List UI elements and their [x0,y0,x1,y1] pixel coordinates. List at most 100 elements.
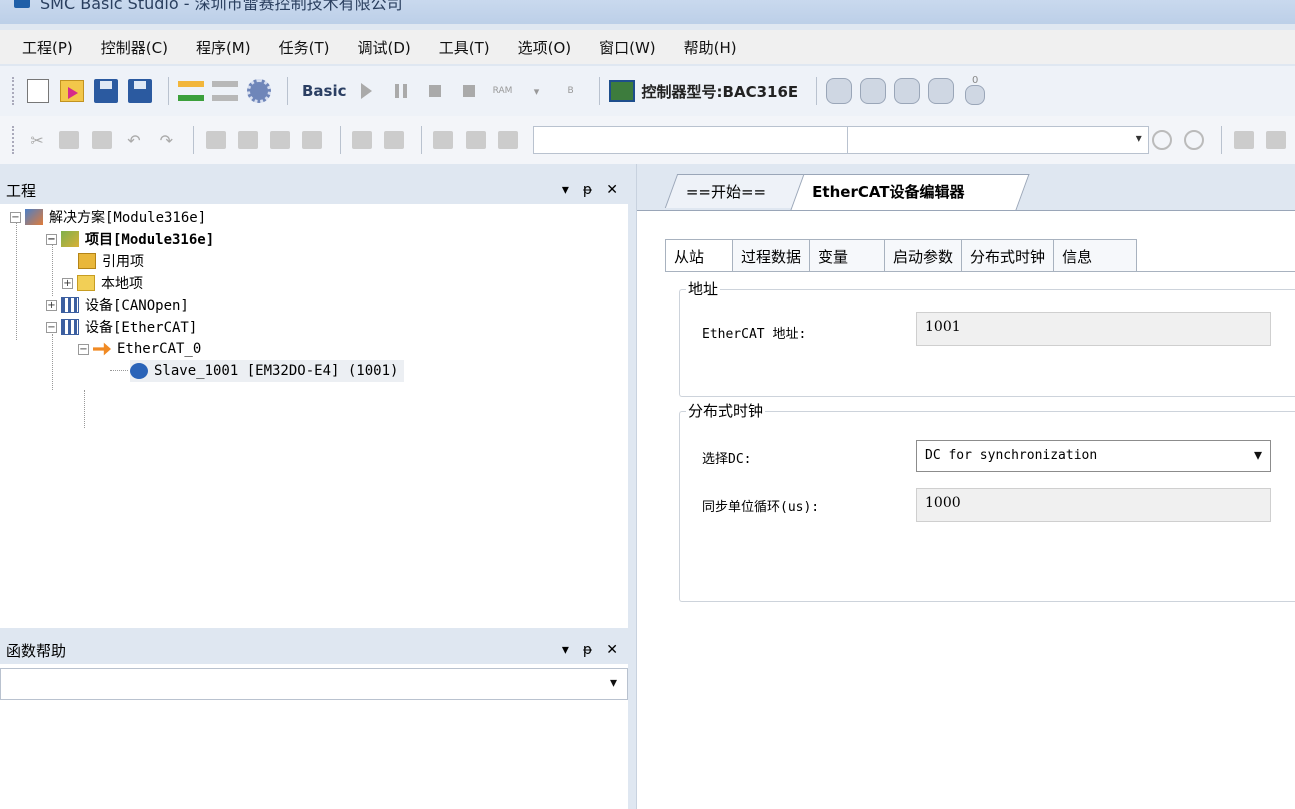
close-icon[interactable]: ✕ [606,642,618,658]
db-button-3[interactable] [893,77,921,105]
menu-tools[interactable]: 工具(T) [439,37,490,58]
expand-icon[interactable]: + [46,299,57,311]
run-button[interactable] [353,77,381,105]
open-button[interactable] [58,77,86,105]
tree-node-device-ethercat[interactable]: − 设备[EtherCAT] [46,316,197,338]
indent-button[interactable] [430,126,456,154]
select-dc-dropdown[interactable]: DC for synchronization [916,440,1271,472]
save-button[interactable] [92,77,120,105]
search-combo-dropdown[interactable] [848,126,1149,154]
chevron-down-icon[interactable]: ▾ [562,182,569,198]
tree-label: 引用项 [102,254,144,270]
tab-process-data[interactable]: 过程数据 [732,239,811,271]
menu-options[interactable]: 选项(O) [518,37,572,58]
nav-next-button[interactable] [1181,126,1207,154]
comment-icon [270,131,291,149]
nav-prev-button[interactable] [1149,126,1175,154]
disconnect-button[interactable] [211,77,239,105]
find-button[interactable] [462,126,488,154]
redo-button[interactable]: ↷ [153,126,179,154]
function-help-combo[interactable] [0,668,628,700]
collapse-icon[interactable]: − [46,233,57,245]
close-icon[interactable]: ✕ [606,182,618,198]
chevron-down-icon[interactable]: ▾ [562,642,569,658]
tab-distributed-clock[interactable]: 分布式时钟 [961,239,1055,271]
tree-node-ethercat-0[interactable]: − EtherCAT_0 [78,338,201,360]
collapse-icon[interactable]: − [10,211,21,223]
undo-button[interactable]: ↶ [121,126,147,154]
scissors-icon: ✂ [30,130,44,150]
comment-button-1[interactable] [202,126,228,154]
tree-node-solution[interactable]: − 解决方案[Module316e] [10,206,206,228]
disconnect-icon [212,81,238,101]
collapse-icon[interactable]: − [78,343,89,355]
download-dropdown[interactable]: ▾ [523,77,551,105]
tree-node-device-canopen[interactable]: + 设备[CANOpen] [46,294,189,316]
pause-button[interactable] [387,77,415,105]
tab-slave[interactable]: 从站 [665,239,734,272]
download-b-button[interactable]: B [557,77,585,105]
tree-node-slave[interactable]: Slave_1001 [EM32DO-E4] (1001) [130,360,405,382]
database-icon [894,78,921,104]
toolbar-grip[interactable] [12,77,16,105]
expand-icon[interactable]: + [62,277,73,289]
save-all-button[interactable] [126,77,154,105]
toolbar-grip[interactable] [12,126,16,154]
controller-board-icon [608,80,635,102]
menu-task[interactable]: 任务(T) [279,37,330,58]
menu-project[interactable]: 工程(P) [22,37,73,58]
comment-button-2[interactable] [235,126,261,154]
tree-label: EtherCAT_0 [117,341,202,357]
vertical-splitter[interactable] [628,164,636,809]
collapse-icon[interactable]: − [46,321,57,333]
db-button-2[interactable] [859,77,887,105]
function-help-panel: 函数帮助 ▾ ᵽ ✕ [0,636,628,809]
tab-startup-params[interactable]: 启动参数 [884,239,963,271]
search-combo-input[interactable] [533,126,848,154]
paste-button[interactable] [89,126,115,154]
controller-button[interactable] [608,77,636,105]
ethercat-address-field[interactable]: 1001 [916,312,1271,346]
menu-program[interactable]: 程序(M) [196,37,251,58]
stop-button[interactable] [421,77,449,105]
indent-more-button[interactable] [1263,126,1289,154]
sync-cycle-field[interactable]: 1000 [916,488,1271,522]
edit-toolbar: ✂ ↶ ↷ [0,116,1295,164]
tree-node-project[interactable]: − 项目[Module316e] [46,228,214,250]
open-folder-icon [60,80,84,102]
pin-icon[interactable]: ᵽ [583,182,592,198]
settings-button[interactable] [245,77,273,105]
bookmark-button-1[interactable] [349,126,375,154]
db-button-5[interactable]: 0 [961,76,989,105]
tab-start[interactable]: ==开始== [664,174,806,208]
step-button[interactable] [455,77,483,105]
tab-label: EtherCAT设备编辑器 [812,183,965,201]
tree-node-references[interactable]: 引用项 [78,250,144,272]
copy-button[interactable] [56,126,82,154]
comment-button-3[interactable] [267,126,293,154]
download-ram-button[interactable]: RAM [489,77,517,105]
menu-debug[interactable]: 调试(D) [357,37,410,58]
menu-window[interactable]: 窗口(W) [599,37,656,58]
new-file-icon [27,79,49,103]
tab-ethercat-editor[interactable]: EtherCAT设备编辑器 [790,174,1030,210]
menu-controller[interactable]: 控制器(C) [101,37,168,58]
comment-button-4[interactable] [299,126,325,154]
connect-button[interactable] [177,77,205,105]
menu-help[interactable]: 帮助(H) [684,37,737,58]
new-button[interactable] [24,77,52,105]
main-toolbar: Basic RAM ▾ B 控制器型号:BAC316E 0 [0,66,1295,116]
replace-button[interactable] [495,126,521,154]
pin-icon[interactable]: ᵽ [583,642,592,658]
db-button-1[interactable] [825,77,853,105]
basic-label[interactable]: Basic [302,82,347,100]
tab-info[interactable]: 信息 [1053,239,1138,271]
bookmark-button-2[interactable] [381,126,407,154]
toolbar-separator [168,77,169,105]
db-button-4[interactable] [927,77,955,105]
tree-node-local[interactable]: + 本地项 [62,272,143,294]
cut-button[interactable]: ✂ [24,126,50,154]
outdent-button[interactable] [1230,126,1256,154]
tab-variables[interactable]: 变量 [809,239,886,271]
database-icon [860,78,887,104]
